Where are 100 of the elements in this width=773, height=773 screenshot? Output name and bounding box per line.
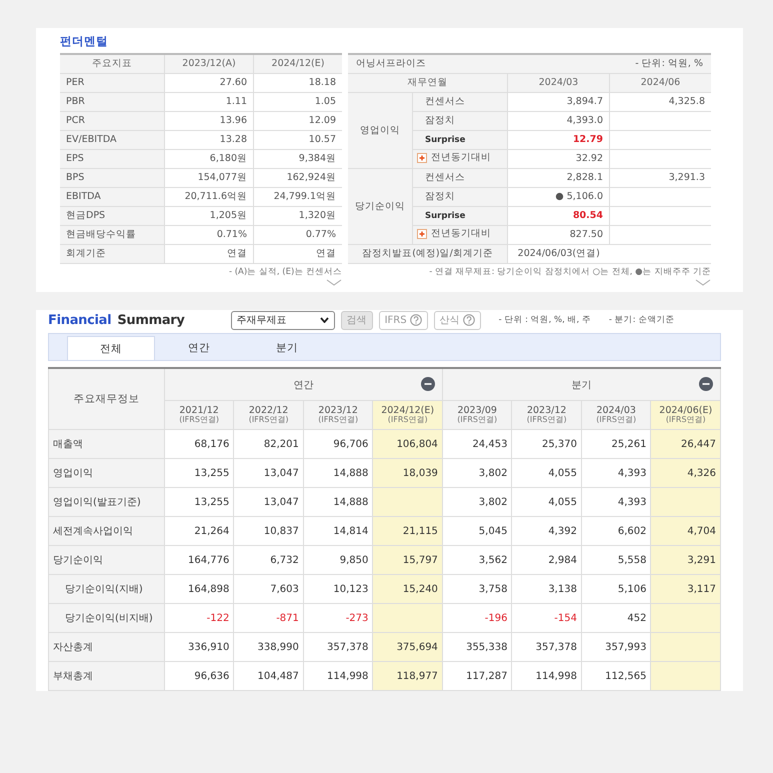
period-header: 2021/12 (IFRS연결) [164, 400, 234, 430]
table-cell: 20,711.6억원 [164, 188, 254, 206]
row-label: PER [60, 74, 164, 92]
table-cell: 104,487 [234, 662, 304, 690]
column-header: 2024/06 [610, 74, 711, 92]
column-header: 2024/03 [508, 74, 610, 92]
column-header: 2023/12(A) [164, 54, 254, 74]
table-cell: 21,115 [372, 516, 442, 546]
row-label: 잠정치발표(예정)일/회계기준 [348, 244, 508, 264]
table-cell: 3,291 [650, 546, 720, 574]
table-cell: 연결 [164, 244, 254, 264]
table-cell: 114,998 [512, 662, 582, 690]
chevron-down-icon[interactable] [695, 279, 711, 286]
column-header: 주요재무정보 [48, 368, 164, 430]
column-header: 2024/12(E) [254, 54, 342, 74]
table-cell: 13,255 [164, 488, 234, 516]
tab[interactable]: 전체 [67, 336, 155, 360]
plus-icon[interactable] [417, 152, 427, 163]
table-cell: 18,039 [372, 458, 442, 488]
row-label: 자산총계 [48, 632, 164, 662]
period-header: 2023/12 (IFRS연결) [512, 400, 582, 430]
table-cell: 13.28 [164, 130, 254, 150]
period-header: 2024/06(E) (IFRS연결) [650, 400, 720, 430]
row-label: PBR [60, 92, 164, 112]
footnote: - 연결 재무제표: 당기순이익 잠정치에서 ○는 전체, ●는 지배주주 기준 [428, 266, 711, 278]
row-label: 당기순이익 [48, 546, 164, 574]
row-label: 잠정치 [425, 115, 455, 126]
table-cell: 3,562 [442, 546, 512, 574]
table-cell: 3,802 [442, 488, 512, 516]
unit-note: - 단위: 억원, % [635, 59, 703, 69]
table-cell: 4,325.8 [610, 92, 711, 112]
row-label: EV/EBITDA [60, 130, 164, 150]
table-cell: 32.92 [508, 150, 610, 168]
table-cell: 24,453 [442, 430, 512, 458]
row-label: 전년동기대비 [431, 229, 491, 238]
table-cell: 0.71% [164, 226, 254, 244]
table-cell: -871 [234, 604, 304, 632]
table-cell: 15,240 [372, 574, 442, 604]
row-label: 전년동기대비 [431, 153, 491, 162]
table-cell: 3,291.3 [610, 168, 711, 188]
row-label: 영업이익 [48, 458, 164, 488]
table-cell: 3,138 [512, 574, 582, 604]
table-cell: 4,392 [512, 516, 582, 546]
table-cell: 4,055 [512, 458, 582, 488]
table-cell: 24,799.1억원 [254, 188, 342, 206]
table-cell: 338,990 [234, 632, 304, 662]
row-label: 컨센서스 [425, 96, 465, 108]
table-cell: -122 [164, 604, 234, 632]
group-header: 분기 [571, 378, 592, 392]
period-header: 2022/12 (IFRS연결) [234, 400, 304, 430]
plus-icon[interactable] [417, 228, 427, 239]
tab[interactable]: 분기 [243, 336, 331, 360]
collapse-icon[interactable] [420, 376, 435, 390]
table-cell: 68,176 [164, 430, 234, 458]
table-cell: -154 [512, 604, 582, 632]
section-title: 어닝서프라이즈 [356, 59, 426, 69]
chevron-down-icon[interactable] [326, 279, 342, 286]
column-header: 주요지표 [60, 54, 164, 74]
table-cell: 1,320원 [254, 206, 342, 226]
row-label: 세전계속사업이익 [48, 516, 164, 546]
basis-note: - 분기: 순액기준 [608, 314, 674, 326]
period-header: 2023/09 (IFRS연결) [442, 400, 512, 430]
row-label: 영업이익(발표기준) [48, 488, 164, 516]
help-icon [410, 314, 422, 326]
row-label: EBITDA [60, 188, 164, 206]
chevron-down-icon [320, 317, 329, 323]
table-cell: 117,287 [442, 662, 512, 690]
table-cell: 164,898 [164, 574, 234, 604]
row-label: 부채총계 [48, 662, 164, 690]
table-cell: 375,694 [372, 632, 442, 662]
table-cell: 13,255 [164, 458, 234, 488]
table-cell: 25,370 [512, 430, 582, 458]
collapse-icon[interactable] [699, 376, 713, 390]
table-cell: 355,338 [442, 632, 512, 662]
tab[interactable]: 연간 [155, 336, 243, 360]
table-cell: 154,077원 [164, 168, 254, 188]
table-cell: 10,837 [234, 516, 304, 546]
table-cell: 336,910 [164, 632, 234, 662]
help-icon [462, 314, 475, 326]
table-cell: 26,447 [650, 430, 720, 458]
statement-dropdown[interactable]: 주재무제표 [230, 310, 335, 330]
table-cell: 0.77% [254, 226, 342, 244]
group-label: 당기순이익 [348, 168, 412, 244]
table-cell: 4,704 [650, 516, 720, 546]
period-header: 2024/12(E) (IFRS연결) [372, 400, 442, 430]
row-label: 당기순이익(비지배) [48, 604, 164, 632]
table-cell: 1.05 [254, 92, 342, 112]
period-header: 2023/12 (IFRS연결) [303, 400, 373, 430]
table-cell: 10.57 [254, 130, 342, 150]
table-cell: 연결 [254, 244, 342, 264]
table-cell: 13,047 [234, 458, 304, 488]
table-cell: 3,758 [442, 574, 512, 604]
table-cell: 96,636 [164, 662, 234, 690]
row-label: 현금DPS [60, 206, 164, 226]
table-cell: 2,984 [512, 546, 582, 574]
row-label: PCR [60, 112, 164, 130]
table-cell: ● 5,106.0 [508, 188, 610, 206]
table-cell: 4,055 [512, 488, 582, 516]
table-cell: 1,205원 [164, 206, 254, 226]
table-cell: -196 [442, 604, 512, 632]
